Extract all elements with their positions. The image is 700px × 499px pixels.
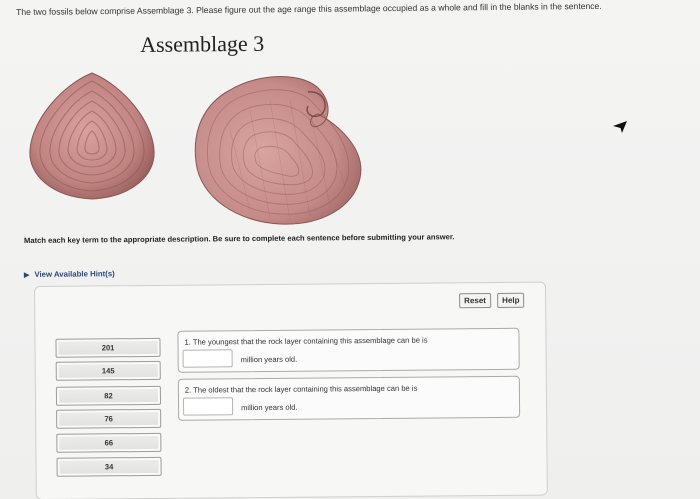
answer-drop-target-oldest[interactable] (182, 397, 234, 416)
term-tile[interactable]: 201 (55, 337, 161, 358)
term-tile[interactable]: 34 (56, 456, 162, 477)
view-hints-label: View Available Hint(s) (34, 269, 115, 279)
fossil-bivalve-image (29, 72, 155, 200)
instruction-text: Match each key term to the appropriate d… (24, 232, 455, 245)
term-tile[interactable]: 76 (56, 408, 162, 429)
mouse-cursor-icon (613, 121, 627, 133)
term-tile[interactable]: 145 (55, 360, 161, 381)
question-tail: million years old. (240, 354, 298, 365)
help-button[interactable]: Help (497, 292, 525, 308)
triangle-right-icon: ▶ (24, 271, 30, 279)
term-tile[interactable]: 66 (56, 432, 162, 453)
intro-text: The two fossils below comprise Assemblag… (16, 0, 602, 17)
question-tail: million years old. (241, 402, 298, 413)
question-oldest: 2. The oldest that the rock layer contai… (177, 375, 521, 421)
question-text: 2. The oldest that the rock layer contai… (184, 383, 418, 395)
drag-drop-panel: Reset Help 201 145 82 76 66 34 1. The yo… (34, 281, 548, 499)
page: The two fossils below comprise Assemblag… (0, 0, 700, 499)
fossil-coiled-oyster-image (194, 76, 362, 225)
question-youngest: 1. The youngest that the rock layer cont… (177, 327, 520, 373)
page-title: Assemblage 3 (140, 30, 265, 57)
question-text: 1. The youngest that the rock layer cont… (184, 335, 428, 347)
reset-button[interactable]: Reset (459, 293, 492, 309)
answer-drop-target-youngest[interactable] (182, 349, 233, 368)
term-tile[interactable]: 82 (55, 385, 162, 406)
view-hints-link[interactable]: ▶ View Available Hint(s) (24, 269, 115, 279)
